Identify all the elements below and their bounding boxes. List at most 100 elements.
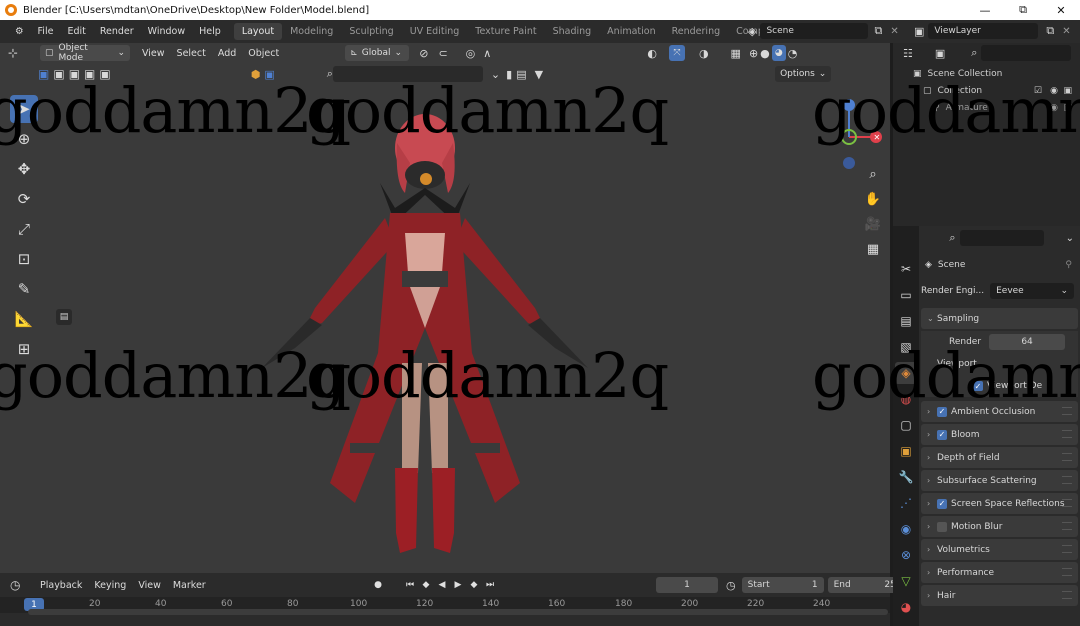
shading-material-icon[interactable]: ◕	[771, 45, 786, 61]
timeline-menu-playback[interactable]: Playback	[34, 580, 88, 591]
scale-tool-icon[interactable]: ⤢	[10, 215, 38, 243]
snap-icon[interactable]: ⊂	[438, 47, 447, 60]
search-icon[interactable]: ⌕	[327, 67, 333, 81]
tab-rendering[interactable]: Rendering	[664, 23, 729, 40]
drag-handle[interactable]	[1062, 545, 1072, 553]
mode-dropdown[interactable]: ▢ Object Mode ⌄	[40, 43, 130, 63]
stopwatch-icon[interactable]: ◷	[726, 579, 736, 592]
tab-sculpting[interactable]: Sculpting	[341, 23, 401, 40]
shading-solid-icon[interactable]: ●	[760, 47, 770, 60]
modifier-tab-icon[interactable]: 🔧	[895, 466, 917, 488]
prev-keyframe-icon[interactable]: ◆	[418, 577, 434, 593]
pivot-icon[interactable]: ⊘	[419, 47, 428, 60]
xray-icon[interactable]: ▦	[731, 47, 741, 60]
viewport-search-field[interactable]	[332, 66, 483, 82]
viewport-menu-object[interactable]: Object	[242, 48, 285, 59]
play-reverse-icon[interactable]: ◀	[434, 577, 450, 593]
current-frame-field[interactable]: 1	[656, 577, 718, 593]
bloom-checkbox[interactable]: ✓	[937, 429, 947, 440]
start-frame-field[interactable]: Start 1	[741, 577, 824, 593]
material-tab-icon[interactable]: ◕	[895, 596, 917, 618]
collection-tab-icon[interactable]: ▢	[895, 414, 917, 436]
panel-subsurface-scattering[interactable]: › Subsurface Scattering	[921, 470, 1078, 491]
add-cube-tool-icon[interactable]: ⊞	[10, 335, 38, 363]
render-tab-icon[interactable]: ▭	[895, 284, 917, 306]
pan-hand-icon[interactable]: ✋	[862, 188, 884, 210]
jump-end-icon[interactable]: ⏭	[482, 577, 498, 593]
perspective-grid-icon[interactable]: ▦	[862, 238, 884, 260]
panel-depth-of-field[interactable]: › Depth of Field	[921, 447, 1078, 468]
shading-wireframe-icon[interactable]: ⊕	[749, 47, 758, 60]
collapse-icon[interactable]: ⌄	[491, 68, 500, 81]
drag-handle[interactable]	[1062, 591, 1072, 599]
close-button[interactable]: ✕	[1042, 0, 1080, 20]
data-tab-icon[interactable]: ▽	[895, 570, 917, 592]
search-icon[interactable]: ⌕	[949, 231, 955, 245]
drag-handle[interactable]	[1062, 522, 1072, 530]
scene-tab-icon[interactable]: ◈	[895, 362, 917, 384]
filter-icon[interactable]: ▣	[264, 68, 274, 81]
rotate-tool-icon[interactable]: ⟳	[10, 185, 38, 213]
blender-menu-icon[interactable]: ⚙	[8, 26, 31, 37]
search-icon[interactable]: ⌕	[971, 46, 977, 60]
gizmo-z-handle[interactable]	[843, 99, 855, 111]
select-extend-icon[interactable]: ▣	[53, 67, 64, 81]
panel-bloom[interactable]: › ✓ Bloom	[921, 424, 1078, 445]
navigation-gizmo[interactable]: ✕	[832, 95, 888, 169]
properties-search-field[interactable]	[959, 230, 1044, 246]
remove-view-layer-icon[interactable]: ✕	[1062, 26, 1070, 37]
ssr-checkbox[interactable]: ✓	[937, 498, 947, 509]
jump-start-icon[interactable]: ⏮	[402, 577, 418, 593]
drag-handle[interactable]	[1062, 476, 1072, 484]
view-filter-icon[interactable]: ▤	[516, 68, 526, 81]
panel-sampling[interactable]: ⌄ Sampling	[921, 308, 1078, 329]
viewport-menu-select[interactable]: Select	[171, 48, 212, 59]
menu-help[interactable]: Help	[192, 26, 228, 37]
funnel-icon[interactable]: ▼	[535, 68, 543, 81]
timeline-editor-icon[interactable]: ◷	[10, 578, 34, 592]
record-icon[interactable]: ●	[370, 577, 386, 593]
select-invert-icon[interactable]: ▣	[84, 67, 95, 81]
cursor-tool-icon[interactable]: ⊕	[10, 125, 38, 153]
panel-hair[interactable]: › Hair	[921, 585, 1078, 606]
eye-icon[interactable]: ◉	[1050, 86, 1058, 96]
motion-blur-checkbox[interactable]	[937, 521, 947, 532]
shading-rendered-icon[interactable]: ◔	[788, 47, 798, 60]
outliner-row-collection[interactable]: ▾ ▢ Collection ☑ ◉ ▣	[893, 82, 1080, 99]
3d-viewport[interactable]: ⊹ ▢ Object Mode ⌄ View Select Add Object…	[0, 43, 890, 573]
timeline-menu-view[interactable]: View	[132, 580, 167, 591]
menu-render[interactable]: Render	[93, 26, 141, 37]
camera-view-icon[interactable]: 🎥	[862, 213, 884, 235]
select-box-icon[interactable]: ▣	[38, 67, 49, 81]
drag-handle[interactable]	[1062, 499, 1072, 507]
panel-volumetrics[interactable]: › Volumetrics	[921, 539, 1078, 560]
constraints-tab-icon[interactable]: ⊗	[895, 544, 917, 566]
overlay-icon[interactable]: ◑	[699, 47, 709, 60]
outliner-editor-icon[interactable]: ☷	[903, 47, 913, 60]
object-tab-icon[interactable]: ▣	[895, 440, 917, 462]
menu-file[interactable]: File	[31, 26, 61, 37]
world-tab-icon[interactable]: ◍	[895, 388, 917, 410]
gizmo-neg-z-handle[interactable]	[843, 157, 855, 169]
panel-screen-space-reflections[interactable]: › ✓ Screen Space Reflections	[921, 493, 1078, 514]
options-dropdown[interactable]: Options ⌄	[775, 66, 832, 82]
tab-modeling[interactable]: Modeling	[282, 23, 341, 40]
expand-icon[interactable]: ▾	[915, 86, 919, 95]
render-samples-field[interactable]: 64	[989, 334, 1066, 350]
proportional-edit-icon[interactable]: ◎	[466, 47, 476, 60]
new-scene-icon[interactable]: ⧉	[874, 24, 882, 38]
ambient-occlusion-checkbox[interactable]: ✓	[937, 406, 947, 417]
denoise-checkbox[interactable]: ✓	[973, 381, 983, 391]
checkbox-icon[interactable]: ☑	[1034, 86, 1042, 96]
panel-ambient-occlusion[interactable]: › ✓ Ambient Occlusion	[921, 401, 1078, 422]
bookmark-icon[interactable]: ▮	[506, 68, 512, 81]
render-engine-dropdown[interactable]: Eevee ⌄	[990, 283, 1075, 299]
measure-tool-icon[interactable]: 📐	[10, 305, 38, 333]
tab-animation[interactable]: Animation	[599, 23, 663, 40]
panel-motion-blur[interactable]: › Motion Blur	[921, 516, 1078, 537]
sidebar-toggle-icon[interactable]: ▤	[56, 309, 72, 325]
editor-type-icon[interactable]: ⊹	[8, 46, 30, 60]
gizmo-toggle-icon[interactable]: ⤧	[668, 45, 685, 61]
transform-tool-icon[interactable]: ⊡	[10, 245, 38, 273]
outliner-row-scene-collection[interactable]: ▣ Scene Collection	[893, 65, 1080, 82]
